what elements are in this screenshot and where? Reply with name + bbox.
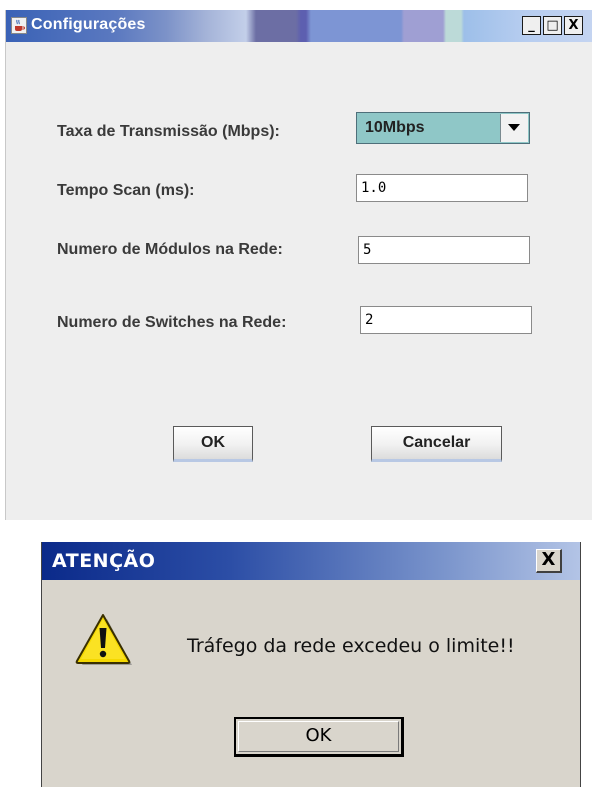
taxa-select[interactable]: 10Mbps bbox=[356, 112, 530, 144]
alert-titlebar[interactable]: ATENÇÃO X bbox=[42, 542, 580, 580]
config-title: Configurações bbox=[31, 16, 146, 33]
dropdown-button[interactable] bbox=[500, 114, 528, 142]
alert-close-button[interactable]: X bbox=[536, 549, 562, 573]
alert-ok-button[interactable]: OK bbox=[234, 717, 404, 757]
maximize-button[interactable]: □ bbox=[543, 16, 562, 35]
cancel-button[interactable]: Cancelar bbox=[371, 426, 502, 462]
modulos-input[interactable]: 5 bbox=[358, 236, 530, 264]
tempo-scan-input[interactable]: 1.0 bbox=[356, 174, 528, 202]
close-button[interactable]: X bbox=[564, 16, 583, 35]
window-controls: _ □ X bbox=[522, 16, 583, 35]
config-dialog: Configurações _ □ X Taxa de Transmissão … bbox=[5, 10, 592, 520]
minimize-button[interactable]: _ bbox=[522, 16, 541, 35]
warning-icon bbox=[74, 612, 136, 675]
java-coffee-icon[interactable] bbox=[11, 17, 27, 34]
modulos-label: Numero de Módulos na Rede: bbox=[57, 241, 283, 258]
taxa-select-value: 10Mbps bbox=[365, 119, 425, 136]
alert-message: Tráfego da rede excedeu o limite!! bbox=[187, 635, 515, 657]
chevron-down-icon bbox=[508, 124, 520, 131]
alert-dialog: ATENÇÃO X Tráfego da rede excedeu o limi… bbox=[41, 542, 581, 787]
switches-label: Numero de Switches na Rede: bbox=[57, 314, 287, 331]
ok-button[interactable]: OK bbox=[173, 426, 253, 462]
alert-title: ATENÇÃO bbox=[52, 550, 156, 572]
switches-input[interactable]: 2 bbox=[360, 306, 532, 334]
tempo-scan-label: Tempo Scan (ms): bbox=[57, 182, 195, 199]
config-titlebar[interactable]: Configurações _ □ X bbox=[6, 10, 592, 42]
taxa-label: Taxa de Transmissão (Mbps): bbox=[57, 123, 280, 140]
alert-ok-label: OK bbox=[305, 725, 332, 746]
